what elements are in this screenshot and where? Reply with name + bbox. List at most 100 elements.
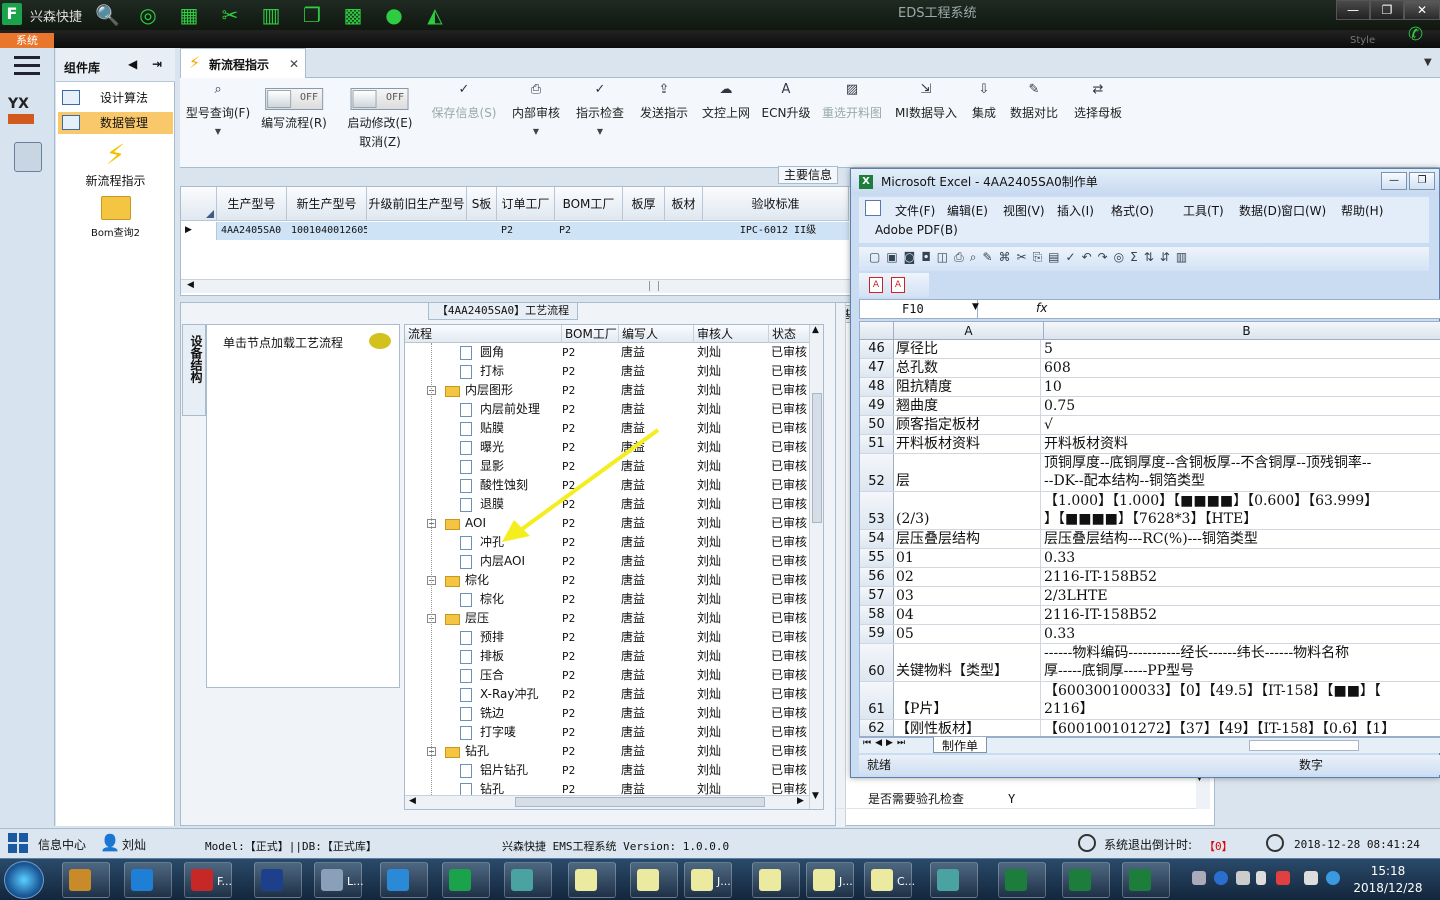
taskbar-app-0[interactable]	[62, 862, 110, 898]
dropdown-arrow-icon[interactable]: ▼	[186, 127, 250, 136]
dropdown-arrow-icon[interactable]: ▼	[512, 127, 560, 136]
load-process-box[interactable]: 单击节点加载工艺流程	[206, 324, 400, 688]
tree-row[interactable]: 酸性蚀刻 P2 唐益 刘灿 已审核	[405, 476, 815, 495]
chevron-left-icon[interactable]: ◀	[128, 57, 137, 71]
splitter[interactable]	[836, 303, 846, 827]
excel-standard-toolbar[interactable]: ▢▣◙◘◫⎙⌕✎⌘✂⎘▤✓↶↷◎Σ⇅⇵▥	[859, 247, 1429, 271]
taskbar-app-10[interactable]: J...	[684, 862, 732, 898]
phone-icon[interactable]: ✆	[1408, 24, 1423, 45]
start-button[interactable]	[4, 861, 44, 899]
tree-column-header-3[interactable]: 审核人	[694, 325, 769, 343]
sheet-tab-production[interactable]: 制作单	[933, 737, 988, 753]
column-header-1[interactable]: 新生产型号	[287, 187, 367, 221]
cell-b[interactable]: 开料板材资料	[1044, 435, 1440, 453]
ribbon-button-12[interactable]: ✎ 数据对比	[1010, 82, 1058, 121]
tree-column-header-2[interactable]: 编写人	[619, 325, 694, 343]
row-header[interactable]: 51	[860, 435, 894, 453]
sheet-horizontal-scrollbar[interactable]	[1249, 740, 1359, 751]
cell-b[interactable]: 0.33	[1044, 625, 1440, 643]
cell-a[interactable]: 翘曲度	[896, 397, 1041, 415]
table-icon[interactable]: ▦	[177, 3, 201, 27]
row-header[interactable]: 49	[860, 397, 894, 415]
taskbar-app-8[interactable]	[568, 862, 616, 898]
excel-menu-item-4[interactable]: 格式(O)	[1111, 202, 1154, 219]
cell-a[interactable]: (2/3)	[896, 492, 1041, 529]
taskbar-app-2[interactable]: F...	[184, 862, 232, 898]
column-header-7[interactable]: 板材	[665, 187, 703, 221]
tree-row[interactable]: 打标 P2 唐益 刘灿 已审核	[405, 362, 815, 381]
cell-b[interactable]: 层压叠层结构---RC(%)---铜箔类型	[1044, 530, 1440, 548]
grid-cell[interactable]	[665, 222, 703, 240]
ribbon-button-1[interactable]: OFF 编写流程(R)	[261, 82, 327, 131]
grid-cell[interactable]	[467, 222, 497, 240]
calculator-icon[interactable]	[14, 142, 42, 172]
cell-a[interactable]: 05	[896, 625, 1041, 643]
grid-icon[interactable]: ▩	[341, 3, 365, 27]
tree-row[interactable]: X-Ray冲孔 P2 唐益 刘灿 已审核	[405, 685, 815, 704]
tree-row[interactable]: 铣边 P2 唐益 刘灿 已审核	[405, 704, 815, 723]
excel-menu-item-8[interactable]: 帮助(H)	[1341, 202, 1383, 219]
grid-cell[interactable]	[367, 222, 467, 240]
cell-a[interactable]: 厚径比	[896, 340, 1041, 358]
tree-row[interactable]: − 内层图形 P2 唐益 刘灿 已审核	[405, 381, 815, 400]
ribbon-button-4[interactable]: ⎙ 内部审核 ▼	[512, 82, 560, 136]
lifebuoy-icon[interactable]: ◎	[136, 3, 160, 27]
cell-b[interactable]: 5	[1044, 340, 1440, 358]
row-header[interactable]: 52	[860, 454, 894, 491]
excel-menu-item-6[interactable]: 数据(D)	[1239, 202, 1282, 219]
taskbar-app-5[interactable]	[380, 862, 428, 898]
grid-cell[interactable]	[623, 222, 665, 240]
sidebar-item-0[interactable]: 设计算法	[58, 87, 173, 109]
tree-row[interactable]: 内层前处理 P2 唐益 刘灿 已审核	[405, 400, 815, 419]
windows-grid-icon[interactable]	[8, 833, 30, 853]
taskbar-app-3[interactable]	[254, 862, 302, 898]
toggle-switch[interactable]: OFF	[264, 88, 323, 110]
ribbon-button-2[interactable]: OFF 启动修改(E) 取消(Z)	[348, 82, 412, 150]
cell-a[interactable]: 层	[896, 454, 1041, 491]
cell-a[interactable]: 层压叠层结构	[896, 530, 1041, 548]
info-row[interactable]: 是否需要验孔检查 Y	[836, 789, 1208, 809]
cell-b[interactable]: 2/3LHTE	[1044, 587, 1440, 605]
cell-b[interactable]: 【600100101272】【37】【49】【IT-158】【0.6】【1】	[1044, 720, 1440, 736]
tree-column-header-0[interactable]: 流程	[405, 325, 562, 343]
close-button[interactable]: ✕	[1404, 0, 1440, 20]
cell-b[interactable]: ------物料编码-----------经长------纬长------物料名…	[1044, 644, 1440, 680]
row-header[interactable]: 50	[860, 416, 894, 434]
row-header[interactable]: 53	[860, 492, 894, 529]
update-icon[interactable]	[1326, 871, 1340, 885]
sidebar-item-1[interactable]: 数据管理	[58, 112, 173, 134]
cell-b[interactable]: √	[1044, 416, 1440, 434]
panel-scroll-down[interactable]: ▼	[1196, 773, 1210, 809]
ribbon-button-6[interactable]: ⇪ 发送指示	[640, 82, 688, 121]
taskbar-app-16[interactable]	[1062, 862, 1110, 898]
taskbar-app-7[interactable]	[504, 862, 552, 898]
keyboard-icon[interactable]	[1192, 871, 1206, 885]
chart-icon[interactable]: ◭	[423, 3, 447, 27]
grid-cell[interactable]: P2	[497, 222, 555, 240]
ribbon-button-7[interactable]: ☁ 文控上网	[702, 82, 750, 121]
taskbar-app-14[interactable]	[930, 862, 978, 898]
taskbar-app-12[interactable]: J...	[806, 862, 854, 898]
excel-menu-item-0[interactable]: 文件(F)	[895, 202, 935, 219]
close-tab-icon[interactable]: ✕	[289, 57, 299, 71]
tray-icon[interactable]	[1236, 871, 1250, 885]
column-header-4[interactable]: 订单工厂	[497, 187, 555, 221]
style-label[interactable]: Style	[1350, 35, 1375, 46]
tree-row[interactable]: 棕化 P2 唐益 刘灿 已审核	[405, 590, 815, 609]
cell-b[interactable]: 2116-IT-158B52	[1044, 568, 1440, 586]
column-header-b[interactable]: B	[1044, 322, 1440, 340]
yx-module-icon[interactable]: YX	[8, 96, 48, 130]
cell-a[interactable]: 04	[896, 606, 1041, 624]
film-icon[interactable]: ▥	[259, 3, 283, 27]
ribbon-button-8[interactable]: A ECN升级	[762, 82, 811, 121]
taskbar-app-6[interactable]	[442, 862, 490, 898]
cell-b[interactable]: 0.75	[1044, 397, 1440, 415]
cell-b[interactable]: 顶铜厚度--底铜厚度--含铜板厚--不含铜厚--顶残铜率-- --DK--配本结…	[1044, 454, 1440, 490]
cell-a[interactable]: 【刚性板材】	[896, 720, 1041, 736]
grid-horizontal-scrollbar[interactable]: ◀	[181, 279, 859, 293]
excel-restore-button[interactable]: ❐	[1409, 172, 1435, 190]
network-alert-icon[interactable]	[1276, 871, 1290, 885]
ribbon-button-13[interactable]: ⇄ 选择母板	[1074, 82, 1122, 121]
row-header[interactable]: 57	[860, 587, 894, 605]
taskbar-app-4[interactable]: L...	[314, 862, 364, 898]
